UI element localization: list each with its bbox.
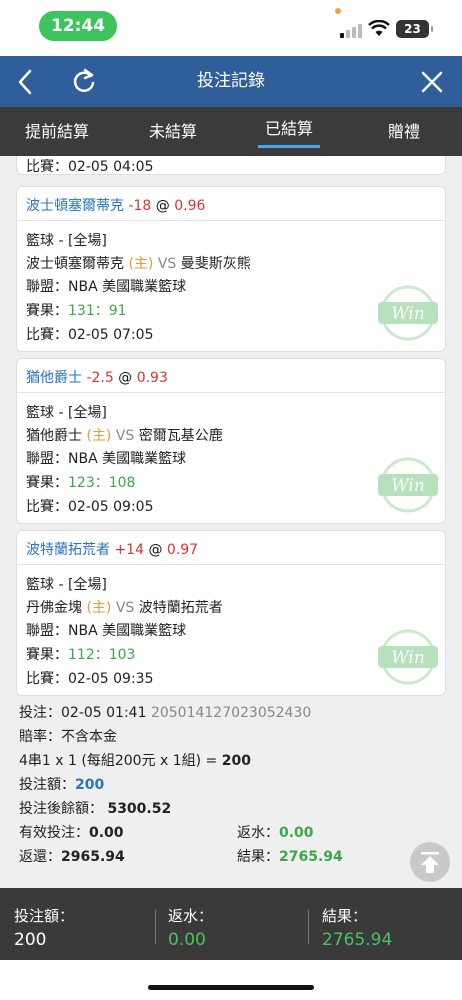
- svg-text:Win: Win: [391, 648, 425, 668]
- match-time: 比賽：02-05 09:05: [26, 499, 154, 515]
- odds-type: 賠率：不含本金: [19, 729, 117, 745]
- tab-early-settle[interactable]: 提前結算: [14, 107, 100, 156]
- bet-id: 205014127023052430: [150, 705, 312, 721]
- tab-active-indicator: [258, 145, 320, 148]
- app-header: 投注記錄: [0, 56, 462, 107]
- tab-unsettled[interactable]: 未結算: [130, 107, 216, 156]
- match-time: 比賽：02-05 07:05: [26, 327, 154, 343]
- balance-after-bet: 投注後餘額： 5300.52: [19, 801, 172, 817]
- bet-card-header: 猶他爵士 -2.5 @ 0.93: [17, 359, 445, 393]
- rebate: 返水：0.00: [237, 825, 314, 841]
- home-indicator-area: [0, 960, 462, 1000]
- match-score: 賽果：123：108: [26, 475, 136, 491]
- divider: [155, 910, 156, 944]
- bet-selection: 猶他爵士 -2.5 @ 0.93: [26, 370, 168, 386]
- bet-selection: 波士頓塞爾蒂克 -18 @ 0.96: [26, 198, 206, 214]
- sport-type: 籃球 - [全場]: [26, 233, 107, 249]
- valid-bet: 有效投注：0.00: [19, 825, 124, 841]
- win-badge-icon: [377, 156, 439, 165]
- summary-footer: 投注額： 200 返水： 0.00 結果： 2765.94: [0, 888, 462, 960]
- sport-type: 籃球 - [全場]: [26, 405, 107, 421]
- bet-card-header: 波特蘭拓荒者 +14 @ 0.97: [17, 531, 445, 565]
- bet-card: 猶他爵士 -2.5 @ 0.93 籃球 - [全場] 猶他爵士 (主) VS 密…: [16, 358, 446, 524]
- divider: [308, 910, 309, 944]
- svg-text:Win: Win: [391, 304, 425, 324]
- bet-selection: 波特蘭拓荒者 +14 @ 0.97: [26, 542, 199, 558]
- return-amount: 返還：2965.94: [19, 849, 125, 865]
- bet-card: 波特蘭拓荒者 +14 @ 0.97 籃球 - [全場] 丹佛金塊 (主) VS …: [16, 530, 446, 696]
- matchup: 波士頓塞爾蒂克 (主) VS 曼斐斯灰熊: [26, 256, 251, 272]
- bet-record-list[interactable]: 比賽：02-05 04:05 波士頓塞爾蒂克 -18 @ 0.96 籃球 - […: [0, 156, 462, 888]
- match-score: 賽果：131：91: [26, 303, 127, 319]
- win-badge-icon: Win: [378, 285, 438, 341]
- league: 聯盟：NBA 美國職業籃球: [26, 623, 187, 639]
- bet-card-header: 波士頓塞爾蒂克 -18 @ 0.96: [17, 187, 445, 221]
- league: 聯盟：NBA 美國職業籃球: [26, 279, 187, 295]
- home-indicator[interactable]: [148, 985, 314, 990]
- match-time: 比賽：02-05 04:05: [26, 159, 154, 175]
- win-badge-icon: Win: [378, 629, 438, 685]
- privacy-indicator-icon: [335, 8, 341, 14]
- sport-type: 籃球 - [全場]: [26, 577, 107, 593]
- cellular-signal-icon: [340, 24, 364, 38]
- result-amount: 結果：2765.94: [237, 849, 343, 865]
- tab-gifts[interactable]: 贈禮: [364, 107, 444, 156]
- svg-text:Win: Win: [391, 476, 425, 496]
- combo-detail: 4串1 x 1 (每組200元 x 1組) = 200: [19, 753, 251, 769]
- page-title: 投注記錄: [197, 71, 265, 91]
- matchup: 猶他爵士 (主) VS 密爾瓦基公鹿: [26, 428, 223, 444]
- status-bar: 12:44 23: [0, 0, 462, 56]
- matchup: 丹佛金塊 (主) VS 波特蘭拓荒者: [26, 600, 223, 616]
- stake-amount: 投注額：200: [19, 777, 105, 793]
- battery-icon: 23: [396, 20, 433, 38]
- league: 聯盟：NBA 美國職業籃球: [26, 451, 187, 467]
- tab-bar: 提前結算 未結算 已結算 贈禮: [0, 107, 462, 156]
- arrow-up-icon: [421, 852, 439, 873]
- wifi-icon: [368, 20, 390, 36]
- scroll-to-top-button[interactable]: [410, 842, 450, 882]
- match-time: 比賽：02-05 09:35: [26, 671, 154, 687]
- close-icon[interactable]: [414, 64, 450, 100]
- list-item: 比賽：02-05 04:05: [16, 156, 446, 175]
- bet-card: 波士頓塞爾蒂克 -18 @ 0.96 籃球 - [全場] 波士頓塞爾蒂克 (主)…: [16, 186, 446, 352]
- tab-settled[interactable]: 已結算: [246, 107, 332, 156]
- bet-time: 投注：02-05 01:41 205014127023052430: [19, 705, 312, 721]
- win-badge-icon: Win: [378, 457, 438, 513]
- match-score: 賽果：112：103: [26, 647, 136, 663]
- clock: 12:44: [39, 11, 117, 41]
